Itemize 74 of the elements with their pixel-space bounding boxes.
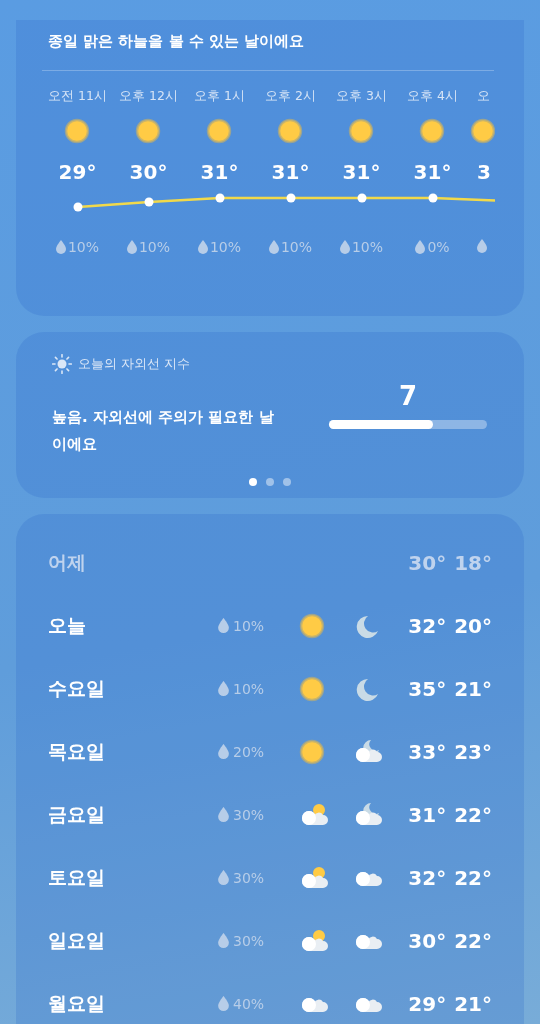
raindrop-icon bbox=[268, 240, 279, 254]
raindrop-icon bbox=[218, 681, 229, 696]
day-label: 일요일 bbox=[48, 927, 106, 953]
hour-label: 오전 11시 bbox=[48, 87, 107, 105]
raindrop-icon bbox=[55, 240, 66, 254]
page-dot[interactable] bbox=[266, 478, 274, 486]
day-label: 월요일 bbox=[48, 990, 106, 1016]
hour-label: 오후 1시 bbox=[194, 87, 245, 105]
hour-temperature: 31° bbox=[200, 159, 239, 185]
low-temperature: 22° bbox=[454, 865, 492, 890]
hour-temperature: 31° bbox=[342, 159, 381, 185]
precipitation-chance: 10% bbox=[67, 239, 100, 255]
uv-description: 높음. 자외선에 주의가 필요한 날이에요 bbox=[52, 407, 275, 455]
precipitation-chance: 0% bbox=[427, 239, 450, 255]
hour-label: 오후 3시 bbox=[336, 87, 387, 105]
high-temperature: 35° bbox=[408, 676, 447, 701]
high-temperature: 31° bbox=[408, 802, 447, 827]
precipitation-chance: 10% bbox=[138, 239, 171, 255]
high-temperature: 30° bbox=[408, 928, 447, 953]
low-temperature: 20° bbox=[454, 613, 492, 638]
precipitation-chance: 30% bbox=[233, 932, 265, 949]
precipitation-chance: 10% bbox=[351, 239, 384, 255]
low-temperature: 22° bbox=[454, 802, 492, 827]
uv-title: 오늘의 자외선 지수 bbox=[78, 355, 191, 373]
precipitation-chance: 30% bbox=[233, 869, 265, 886]
precipitation-chance: 10% bbox=[209, 239, 242, 255]
raindrop-icon bbox=[126, 240, 137, 254]
high-temperature: 32° bbox=[408, 613, 447, 638]
sun-icon bbox=[52, 354, 72, 374]
day-label: 금요일 bbox=[48, 801, 106, 827]
low-temperature: 18° bbox=[454, 551, 492, 575]
hour-label: 오후 12시 bbox=[119, 87, 178, 105]
precipitation-chance: 10% bbox=[233, 617, 265, 634]
hour-temperature: 3 bbox=[477, 159, 491, 185]
hour-label: 오 bbox=[477, 87, 490, 105]
hour-temperature: 30° bbox=[129, 159, 168, 185]
page-dot[interactable] bbox=[249, 478, 257, 486]
day-label: 수요일 bbox=[48, 675, 106, 701]
high-temperature: 29° bbox=[408, 991, 447, 1016]
raindrop-icon bbox=[218, 744, 229, 759]
precipitation-chance: 10% bbox=[233, 680, 265, 697]
raindrop-icon bbox=[218, 807, 229, 822]
raindrop-icon bbox=[339, 240, 350, 254]
high-temperature: 30° bbox=[408, 551, 447, 575]
high-temperature: 32° bbox=[408, 865, 447, 890]
day-label: 어제 bbox=[48, 550, 87, 575]
precipitation-chance: 30% bbox=[233, 806, 265, 823]
day-label: 목요일 bbox=[48, 738, 106, 764]
precipitation-chance: 20% bbox=[233, 743, 265, 760]
hour-temperature: 31° bbox=[271, 159, 310, 185]
raindrop-icon bbox=[415, 240, 426, 254]
raindrop-icon bbox=[218, 870, 229, 885]
low-temperature: 23° bbox=[454, 739, 492, 764]
precipitation-chance: 40% bbox=[233, 995, 265, 1012]
precipitation-chance: 10% bbox=[280, 239, 313, 255]
low-temperature: 22° bbox=[454, 928, 492, 953]
sun-icon bbox=[469, 117, 495, 145]
raindrop-icon bbox=[218, 933, 229, 948]
hour-temperature: 29° bbox=[58, 159, 97, 185]
raindrop-icon bbox=[477, 239, 487, 253]
day-label: 오늘 bbox=[48, 612, 87, 638]
raindrop-icon bbox=[218, 618, 229, 633]
raindrop-icon bbox=[218, 996, 229, 1011]
hour-temperature: 31° bbox=[413, 159, 452, 185]
low-temperature: 21° bbox=[454, 676, 492, 701]
high-temperature: 33° bbox=[408, 739, 447, 764]
low-temperature: 21° bbox=[454, 991, 492, 1016]
raindrop-icon bbox=[197, 240, 208, 254]
forecast-summary: 종일 맑은 하늘을 볼 수 있는 날이에요 bbox=[48, 31, 306, 52]
hour-label: 오후 4시 bbox=[407, 87, 458, 105]
page-dot[interactable] bbox=[283, 478, 291, 486]
hour-label: 오후 2시 bbox=[265, 87, 316, 105]
uv-index-value: 7 bbox=[398, 380, 418, 412]
day-label: 토요일 bbox=[48, 864, 106, 890]
